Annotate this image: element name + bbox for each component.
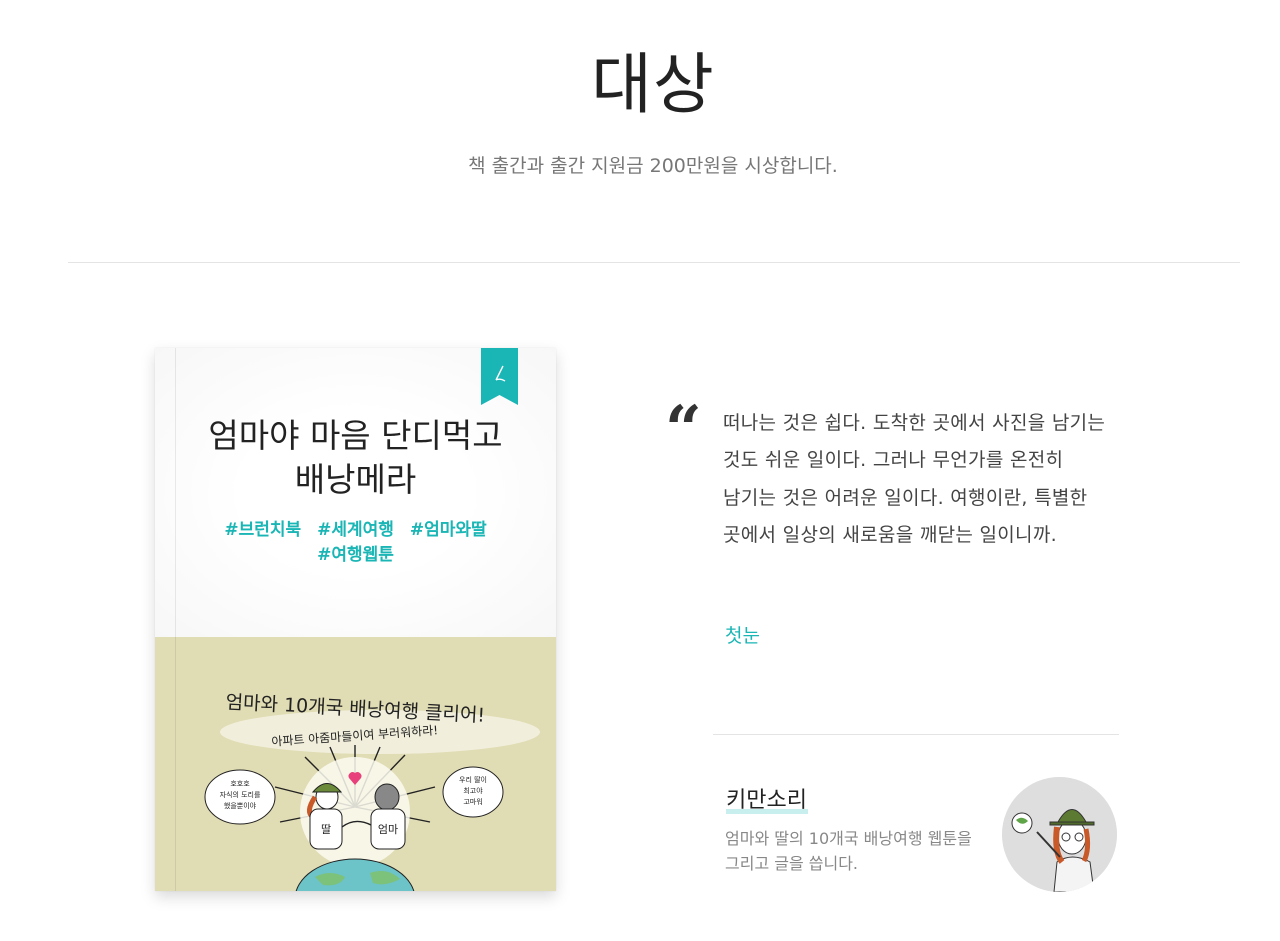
top-ornament-icon bbox=[616, 0, 686, 4]
bubble-left-l3: 했을뿐이야 bbox=[224, 801, 257, 810]
quote-text: 떠나는 것은 쉽다. 도착한 곳에서 사진을 남기는 것도 쉬운 일이다. 그러… bbox=[723, 412, 1106, 546]
section-divider bbox=[68, 262, 1240, 263]
bubble-right-l3: 고마워 bbox=[463, 797, 482, 806]
bubble-left-l1: 호호호 bbox=[230, 780, 250, 788]
section-subtitle: 책 출간과 출간 지원금 200만원을 시상합니다. bbox=[468, 155, 838, 177]
quote-author-link[interactable]: 첫눈 bbox=[725, 620, 760, 652]
book-title: 엄마야 마음 단디먹고 배낭메라 bbox=[175, 414, 536, 502]
book-tag: #엄마와딸 bbox=[409, 520, 487, 540]
quote-divider bbox=[713, 734, 1119, 735]
book-title-line2: 배낭메라 bbox=[294, 460, 417, 499]
book-tag: #브런치북 bbox=[224, 520, 302, 540]
writer-name-link[interactable]: 키만소리 bbox=[726, 786, 807, 816]
hat-character-icon bbox=[1002, 777, 1117, 892]
section-title: 대상 bbox=[591, 46, 715, 123]
book-title-line1: 엄마야 마음 단디먹고 bbox=[208, 416, 503, 455]
book-spine bbox=[175, 348, 176, 891]
book-tag: #여행웹툰 bbox=[317, 545, 394, 565]
writer-bio: 엄마와 딸의 10개국 배낭여행 웹툰을 그리고 글을 씁니다. bbox=[725, 829, 972, 873]
writer-avatar[interactable] bbox=[1002, 777, 1117, 892]
book-cover-illustration: 엄마와 10개국 배낭여행 클리어! 아파트 아줌마들이여 부러워하라! 딸 엄… bbox=[155, 637, 556, 891]
quote-mark-icon: “ bbox=[665, 392, 702, 467]
bubble-right-l1: 우리 딸이 bbox=[459, 775, 487, 784]
bookmark-ribbon-icon bbox=[481, 348, 518, 405]
bubble-right-l2: 최고야 bbox=[463, 786, 483, 795]
bubble-left-l2: 자식의 도리를 bbox=[220, 790, 261, 799]
label-mom: 엄마 bbox=[378, 823, 398, 836]
label-daughter: 딸 bbox=[321, 823, 331, 836]
illustration-svg: 엄마와 10개국 배낭여행 클리어! 아파트 아줌마들이여 부러워하라! 딸 엄… bbox=[204, 691, 540, 891]
book-tag: #세계여행 bbox=[317, 520, 394, 540]
book-tags: #브런치북 #세계여행 #엄마와딸 #여행웹툰 bbox=[195, 518, 516, 568]
book-cover[interactable]: 엄마야 마음 단디먹고 배낭메라 #브런치북 #세계여행 #엄마와딸 #여행웹툰… bbox=[155, 348, 556, 891]
